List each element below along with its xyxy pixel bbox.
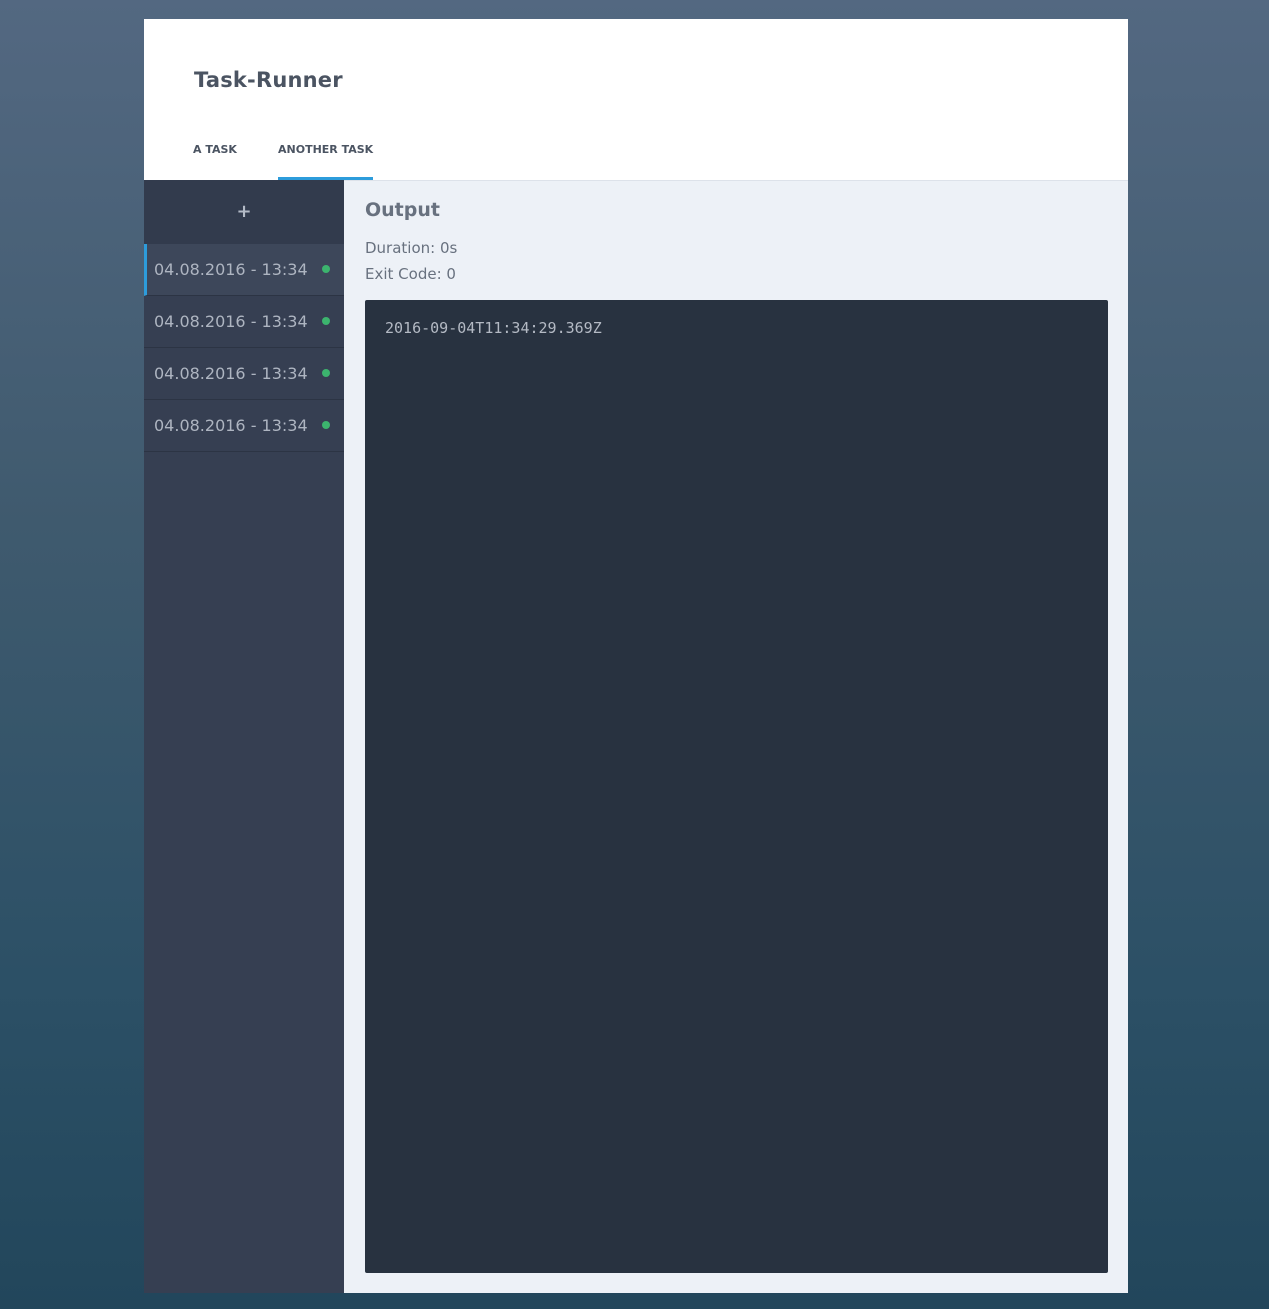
app-window: Task-Runner A TASK ANOTHER TASK + 04.08.…: [144, 19, 1128, 1293]
duration-label: Duration:: [365, 239, 436, 257]
exit-code-value: 0: [446, 265, 456, 283]
exit-code-line: Exit Code: 0: [365, 265, 456, 283]
app-title: Task-Runner: [194, 68, 343, 92]
run-list-item[interactable]: 04.08.2016 - 13:34: [144, 348, 344, 400]
status-success-icon: [322, 421, 330, 429]
runs-sidebar: + 04.08.2016 - 13:34 04.08.2016 - 13:34 …: [144, 180, 344, 1293]
status-success-icon: [322, 317, 330, 325]
tab-a-task[interactable]: A TASK: [193, 143, 237, 180]
run-timestamp: 04.08.2016 - 13:34: [154, 312, 308, 331]
run-timestamp: 04.08.2016 - 13:34: [154, 260, 308, 279]
status-success-icon: [322, 369, 330, 377]
add-run-button[interactable]: +: [144, 180, 344, 244]
tab-another-task[interactable]: ANOTHER TASK: [278, 143, 374, 180]
run-list-item[interactable]: 04.08.2016 - 13:34: [144, 244, 344, 296]
console-line: 2016-09-04T11:34:29.369Z: [385, 319, 602, 337]
run-list: 04.08.2016 - 13:34 04.08.2016 - 13:34 04…: [144, 244, 344, 452]
console-output[interactable]: 2016-09-04T11:34:29.369Z: [365, 300, 1108, 1273]
run-list-item[interactable]: 04.08.2016 - 13:34: [144, 400, 344, 452]
status-success-icon: [322, 265, 330, 273]
run-timestamp: 04.08.2016 - 13:34: [154, 364, 308, 383]
duration-value: 0s: [439, 239, 458, 257]
exit-code-label: Exit Code:: [365, 265, 442, 283]
duration-line: Duration: 0s: [365, 239, 457, 257]
run-timestamp: 04.08.2016 - 13:34: [154, 416, 308, 435]
app-header: Task-Runner A TASK ANOTHER TASK: [144, 19, 1128, 181]
run-list-item[interactable]: 04.08.2016 - 13:34: [144, 296, 344, 348]
output-title: Output: [365, 199, 440, 221]
